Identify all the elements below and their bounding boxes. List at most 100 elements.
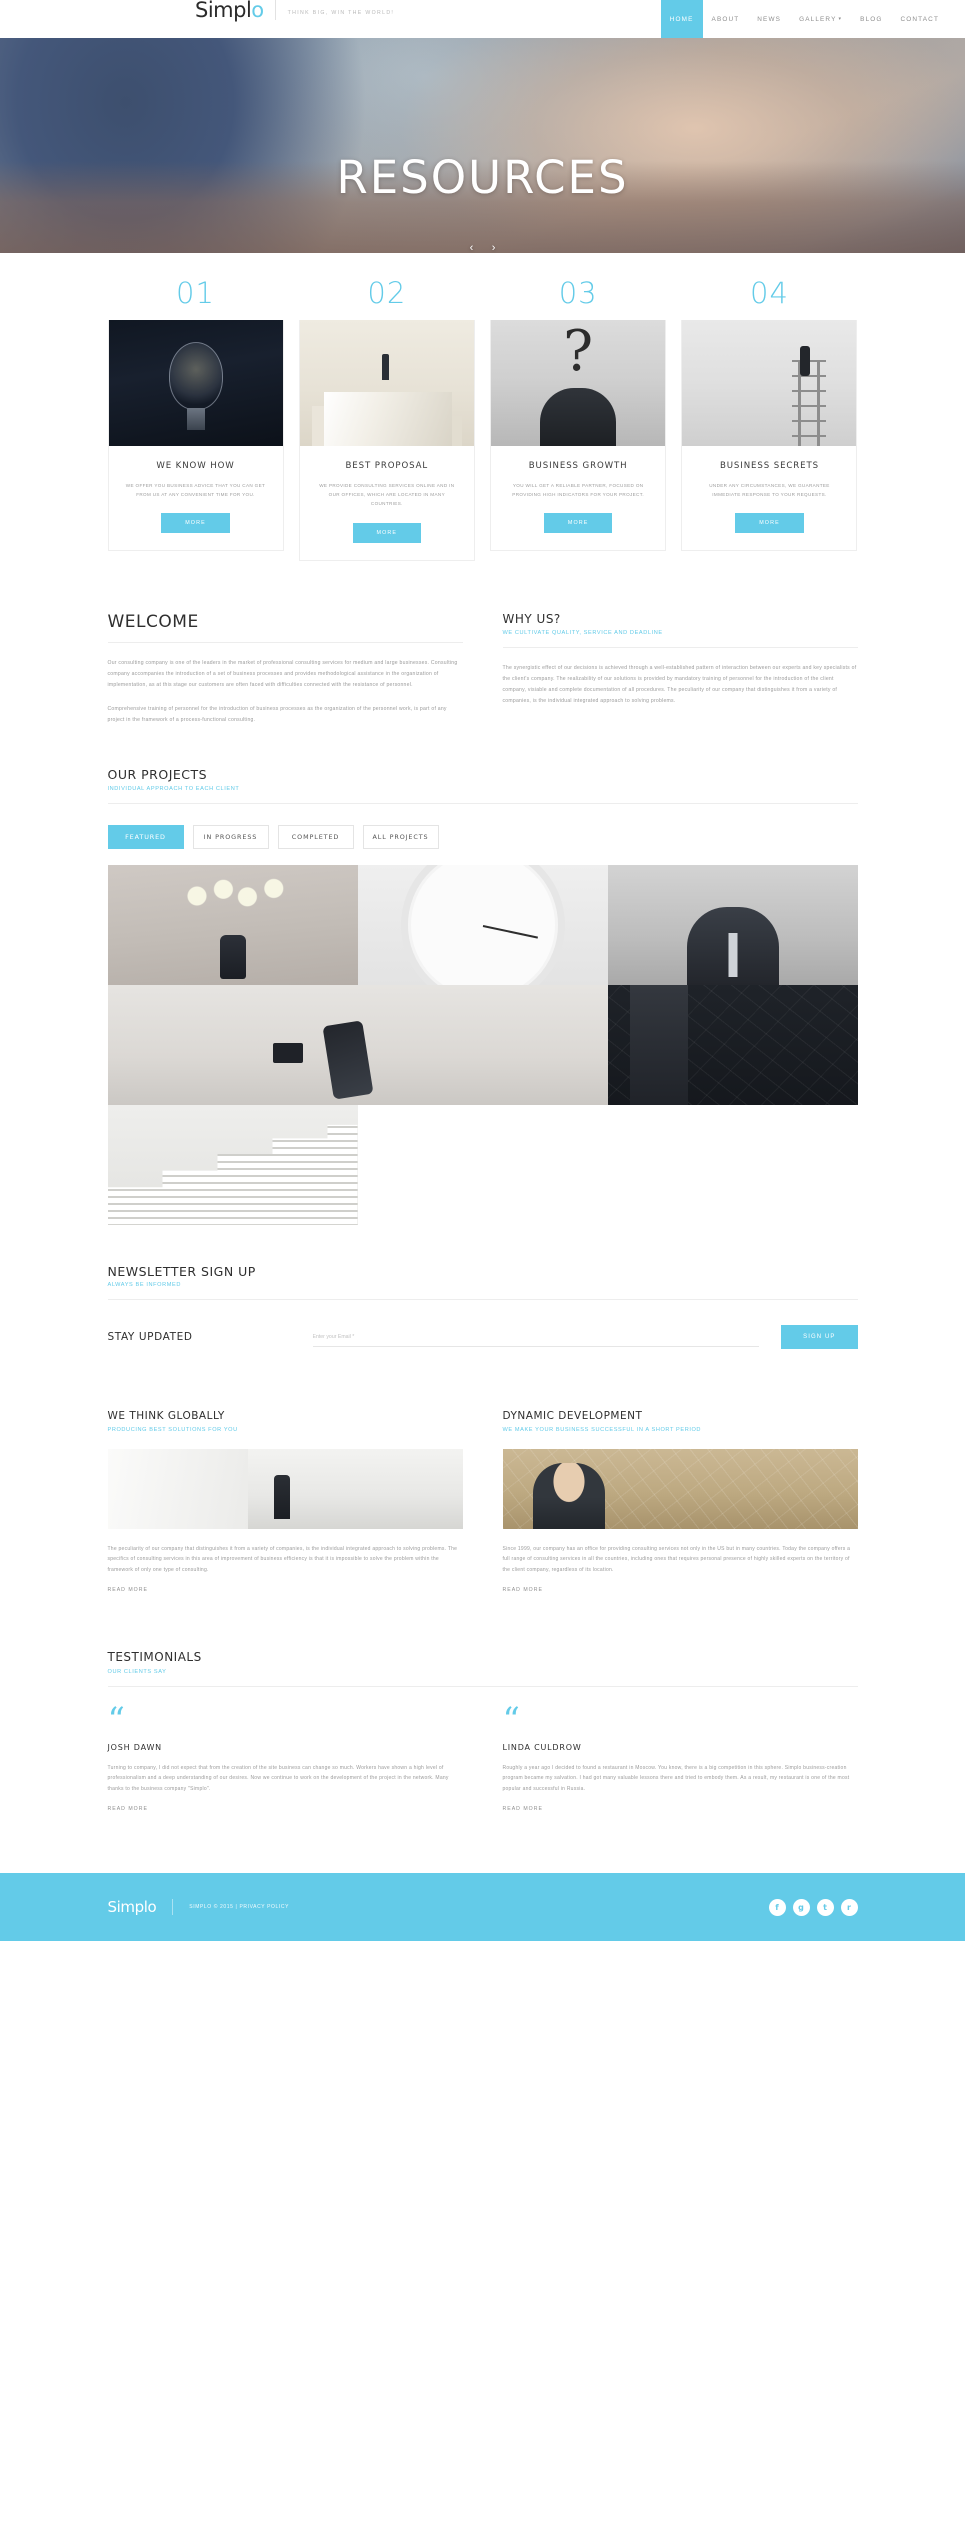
project-thumb-book-stairs[interactable] [107, 1104, 358, 1225]
whyus-title: WHY US? [502, 611, 561, 626]
email-input[interactable] [312, 1327, 760, 1347]
feature-image-office [107, 1448, 463, 1529]
service-title: BUSINESS GROWTH [528, 461, 628, 471]
welcome-paragraph-2: Comprehensive training of personnel for … [107, 706, 447, 723]
nav-label: BLOG [860, 15, 883, 23]
brand-divider [274, 0, 276, 20]
whyus-column: WHY US? WE CULTIVATE QUALITY, SERVICE AN… [502, 611, 858, 726]
testimonials-subtitle: OUR CLIENTS SAY [107, 1668, 167, 1675]
service-number: 03 [558, 276, 598, 310]
newsletter-subtitle: ALWAYS BE INFORMED [107, 1282, 181, 1289]
footer-copyright: SIMPLO © 2015 | PRIVACY POLICY [189, 1904, 290, 1911]
footer-divider [172, 1899, 174, 1916]
feature-title: WE THINK GLOBALLY [107, 1410, 225, 1423]
feature-image-thinking-man [502, 1448, 858, 1529]
nav-item-blog[interactable]: BLOG [851, 0, 891, 38]
services-grid: 01 WE KNOW HOW WE OFFER YOU BUSINESS ADV… [107, 276, 858, 561]
facebook-icon[interactable]: f [768, 1898, 786, 1916]
project-thumb-running-businessman[interactable] [107, 984, 608, 1105]
service-number: 01 [176, 276, 215, 310]
feature-title: DYNAMIC DEVELOPMENT [502, 1410, 643, 1423]
newsletter-title: NEWSLETTER SIGN UP [107, 1263, 256, 1279]
testimonials-title: TESTIMONIALS [107, 1650, 202, 1665]
project-thumb-blackboard[interactable] [607, 984, 858, 1105]
testimonials-section: TESTIMONIALS OUR CLIENTS SAY “ JOSH DAWN… [107, 1596, 858, 1873]
service-more-button[interactable]: MORE [352, 522, 422, 543]
service-more-button[interactable]: MORE [543, 513, 613, 534]
stay-updated-label: STAY UPDATED [107, 1331, 193, 1344]
quote-icon: “ [502, 1699, 520, 1740]
divider [502, 646, 858, 648]
feature-block-global: WE THINK GLOBALLY PRODUCING BEST SOLUTIO… [107, 1410, 463, 1596]
service-description: UNDER ANY CIRCUMSTANCES, WE GUARANTEE IM… [709, 483, 830, 498]
service-card: 01 WE KNOW HOW WE OFFER YOU BUSINESS ADV… [107, 276, 284, 561]
sign-up-button[interactable]: SIGN UP [781, 1325, 858, 1350]
newsletter-section: NEWSLETTER SIGN UP ALWAYS BE INFORMED ST… [107, 1225, 858, 1350]
features-section: WE THINK GLOBALLY PRODUCING BEST SOLUTIO… [107, 1349, 858, 1596]
feature-block-development: DYNAMIC DEVELOPMENT WE MAKE YOUR BUSINES… [502, 1410, 858, 1596]
project-thumb-strongman[interactable] [607, 864, 858, 985]
quote-icon: “ [107, 1699, 125, 1740]
nav-item-contact[interactable]: CONTACT [892, 0, 948, 38]
nav-item-gallery[interactable]: GALLERY ▾ [790, 0, 851, 38]
google-plus-icon[interactable]: g [792, 1898, 810, 1916]
filter-all-projects[interactable]: ALL PROJECTS [362, 824, 439, 849]
chevron-down-icon: ▾ [838, 16, 843, 22]
page-root: Simplo THINK BIG, WIN THE WORLD! HOME AB… [0, 0, 965, 1942]
brand[interactable]: Simplo THINK BIG, WIN THE WORLD! [195, 0, 394, 21]
testimonial-read-more-link[interactable]: READ MORE [503, 1806, 543, 1812]
service-more-button[interactable]: MORE [161, 513, 230, 534]
project-thumb-clock[interactable] [357, 864, 608, 985]
divider [107, 642, 463, 644]
feature-text: The peculiarity of our company that dist… [107, 1545, 458, 1573]
feature-read-more-link[interactable]: READ MORE [108, 1587, 148, 1593]
rss-icon[interactable]: r [840, 1898, 858, 1916]
tagline: THINK BIG, WIN THE WORLD! [287, 10, 395, 16]
twitter-icon[interactable]: t [816, 1898, 834, 1916]
hero-title: RESOURCES [336, 151, 629, 204]
site-footer: Simplo SIMPLO © 2015 | PRIVACY POLICY f … [0, 1873, 965, 1942]
testimonial-item: “ JOSH DAWN Turning to company, I did no… [107, 1699, 463, 1816]
feature-subtitle: WE MAKE YOUR BUSINESS SUCCESSFUL IN A SH… [502, 1426, 702, 1433]
testimonial-author: LINDA CULDROW [502, 1742, 582, 1752]
newsletter-form: STAY UPDATED SIGN UP [107, 1325, 858, 1350]
slider-next-arrow-icon[interactable]: › [492, 242, 496, 253]
filter-completed[interactable]: COMPLETED [277, 824, 354, 849]
projects-title: OUR PROJECTS [107, 766, 208, 782]
nav-label: ABOUT [711, 15, 740, 23]
service-number: 02 [367, 276, 407, 310]
testimonial-text: Turning to company, I did not expect tha… [107, 1764, 449, 1792]
whyus-subtitle: WE CULTIVATE QUALITY, SERVICE AND DEADLI… [502, 629, 663, 636]
service-title: BEST PROPOSAL [345, 461, 429, 471]
service-image-pedestal [299, 320, 474, 446]
service-more-button[interactable]: MORE [735, 513, 804, 534]
nav-label: HOME [669, 15, 694, 23]
welcome-paragraph-1: Our consulting company is one of the lea… [107, 660, 458, 689]
divider [107, 1299, 858, 1301]
hero-slider-controls: ‹ › [0, 238, 965, 253]
service-card: 03 BUSINESS GROWTH YOU WILL GET A RELIAB… [490, 276, 667, 561]
service-description: WE PROVIDE CONSULTING SERVICES ONLINE AN… [319, 483, 455, 507]
welcome-title: WELCOME [107, 611, 199, 632]
nav-item-news[interactable]: NEWS [748, 0, 790, 38]
filter-in-progress[interactable]: IN PROGRESS [192, 824, 269, 849]
service-description: WE OFFER YOU BUSINESS ADVICE THAT YOU CA… [125, 483, 266, 498]
service-title: BUSINESS SECRETS [719, 461, 820, 471]
nav-label: NEWS [757, 15, 782, 23]
nav-item-home[interactable]: HOME [660, 0, 703, 38]
filter-featured[interactable]: FEATURED [107, 824, 184, 849]
feature-read-more-link[interactable]: READ MORE [503, 1587, 543, 1593]
nav-item-about[interactable]: ABOUT [703, 0, 749, 38]
slider-prev-arrow-icon[interactable]: ‹ [470, 242, 474, 253]
testimonial-author: JOSH DAWN [107, 1742, 162, 1752]
project-thumb-balloons[interactable] [107, 864, 358, 985]
service-image-ladder [682, 320, 857, 446]
projects-subtitle: INDIVIDUAL APPROACH TO EACH CLIENT [107, 785, 240, 792]
testimonials-grid: “ JOSH DAWN Turning to company, I did no… [107, 1699, 858, 1816]
testimonial-read-more-link[interactable]: READ MORE [108, 1806, 148, 1812]
testimonial-item: “ LINDA CULDROW Roughly a year ago I dec… [502, 1699, 858, 1816]
feature-text: Since 1999, our company has an office fo… [502, 1545, 851, 1573]
feature-subtitle: PRODUCING BEST SOLUTIONS FOR YOU [107, 1426, 238, 1433]
service-image-question-marks [491, 320, 666, 446]
footer-logo[interactable]: Simplo [108, 1898, 157, 1916]
